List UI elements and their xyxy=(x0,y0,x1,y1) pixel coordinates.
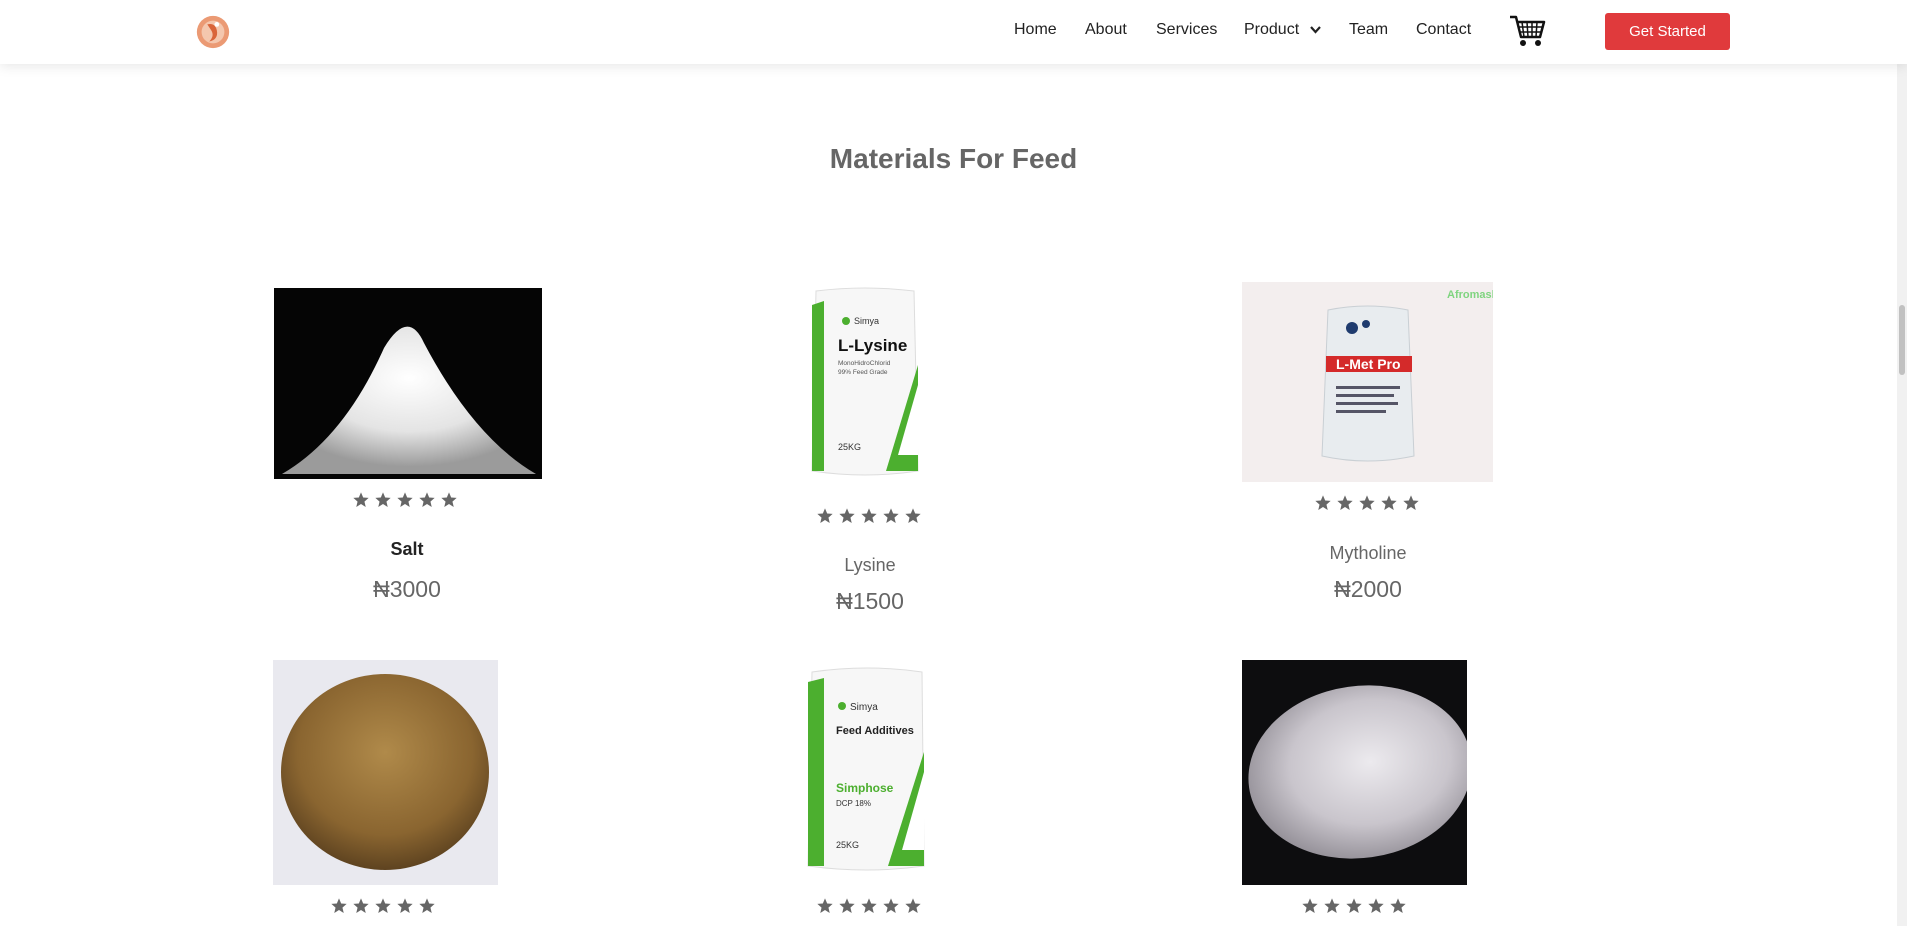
fa-title-text: Feed Additives xyxy=(836,725,914,737)
star-icon xyxy=(904,897,922,915)
rating-stars xyxy=(816,897,922,915)
fa-product-text: Simphose xyxy=(836,781,894,795)
product-price: ₦2000 xyxy=(1334,576,1402,602)
lysine-brand-text: Simya xyxy=(854,316,879,326)
star-icon xyxy=(396,491,414,509)
feed-additives-bag-image: Simya Feed Additives Simphose DCP 18% 25… xyxy=(807,667,925,871)
product-image-5[interactable]: Simya Feed Additives Simphose DCP 18% 25… xyxy=(804,662,930,874)
brown-meal-image xyxy=(273,660,498,885)
fa-sub-text: DCP 18% xyxy=(836,799,871,808)
nav-contact[interactable]: Contact xyxy=(1416,21,1471,39)
product-price: ₦1500 xyxy=(836,588,904,614)
chevron-down-icon xyxy=(1309,26,1321,34)
star-icon xyxy=(1314,494,1332,512)
product-image-6[interactable] xyxy=(1242,660,1467,885)
fa-brand-text: Simya xyxy=(850,702,878,713)
white-granules-image xyxy=(1242,660,1467,885)
product-image-mytholine[interactable]: Afromash L-Met Pro xyxy=(1242,282,1493,482)
lysine-sub1-text: MonoHidroChlorid xyxy=(838,360,891,367)
fa-weight-text: 25KG xyxy=(836,840,859,850)
rating-stars xyxy=(1314,494,1420,512)
star-icon xyxy=(838,507,856,525)
star-icon xyxy=(1301,897,1319,915)
star-icon xyxy=(816,507,834,525)
lysine-bag-image: Simya L-Lysine MonoHidroChlorid 99% Feed… xyxy=(811,287,919,476)
page-scrollbar[interactable] xyxy=(1897,0,1907,926)
star-icon xyxy=(904,507,922,525)
nav-product-label: Product xyxy=(1244,21,1300,38)
star-icon xyxy=(374,491,392,509)
product-name[interactable]: Lysine xyxy=(844,555,895,576)
rating-stars xyxy=(1301,897,1407,915)
star-icon xyxy=(418,491,436,509)
lysine-sub2-text: 99% Feed Grade xyxy=(838,369,888,376)
star-icon xyxy=(1336,494,1354,512)
salt-image xyxy=(274,288,542,479)
scrollbar-thumb[interactable] xyxy=(1899,305,1905,375)
rating-stars xyxy=(330,897,436,915)
brand-logo-icon[interactable] xyxy=(194,13,232,51)
star-icon xyxy=(838,897,856,915)
nav-home[interactable]: Home xyxy=(1014,21,1057,39)
product-name[interactable]: Salt xyxy=(390,539,423,560)
site-header: Home About Services Product Team Contact… xyxy=(0,0,1907,64)
nav-about[interactable]: About xyxy=(1085,21,1127,39)
rating-stars xyxy=(352,491,458,509)
star-icon xyxy=(1358,494,1376,512)
star-icon xyxy=(1402,494,1420,512)
shopping-cart-icon[interactable] xyxy=(1508,13,1546,49)
star-icon xyxy=(1345,897,1363,915)
star-icon xyxy=(352,897,370,915)
section-title: Materials For Feed xyxy=(829,143,1078,174)
star-icon xyxy=(816,897,834,915)
watermark-text: Afromash xyxy=(1447,289,1493,301)
product-name[interactable]: Mytholine xyxy=(1329,543,1406,564)
star-icon xyxy=(418,897,436,915)
nav-team[interactable]: Team xyxy=(1349,21,1388,39)
star-icon xyxy=(352,491,370,509)
nav-services[interactable]: Services xyxy=(1156,21,1217,39)
star-icon xyxy=(1367,897,1385,915)
star-icon xyxy=(882,897,900,915)
lmet-title-text: L-Met Pro xyxy=(1336,356,1401,372)
product-image-4[interactable] xyxy=(273,660,498,885)
star-icon xyxy=(1323,897,1341,915)
star-icon xyxy=(330,897,348,915)
product-price: ₦3000 xyxy=(373,576,441,602)
star-icon xyxy=(882,507,900,525)
star-icon xyxy=(440,491,458,509)
product-image-salt[interactable] xyxy=(274,288,542,479)
star-icon xyxy=(860,507,878,525)
lysine-weight-text: 25KG xyxy=(838,442,861,452)
get-started-button[interactable]: Get Started xyxy=(1605,13,1730,50)
rating-stars xyxy=(816,507,922,525)
star-icon xyxy=(1380,494,1398,512)
star-icon xyxy=(860,897,878,915)
star-icon xyxy=(396,897,414,915)
star-icon xyxy=(1389,897,1407,915)
lysine-title-text: L-Lysine xyxy=(838,336,907,355)
l-met-pro-bag-image: Afromash L-Met Pro xyxy=(1242,282,1493,482)
product-image-lysine[interactable]: Simya L-Lysine MonoHidroChlorid 99% Feed… xyxy=(806,285,924,481)
star-icon xyxy=(374,897,392,915)
nav-product[interactable]: Product xyxy=(1244,21,1321,39)
